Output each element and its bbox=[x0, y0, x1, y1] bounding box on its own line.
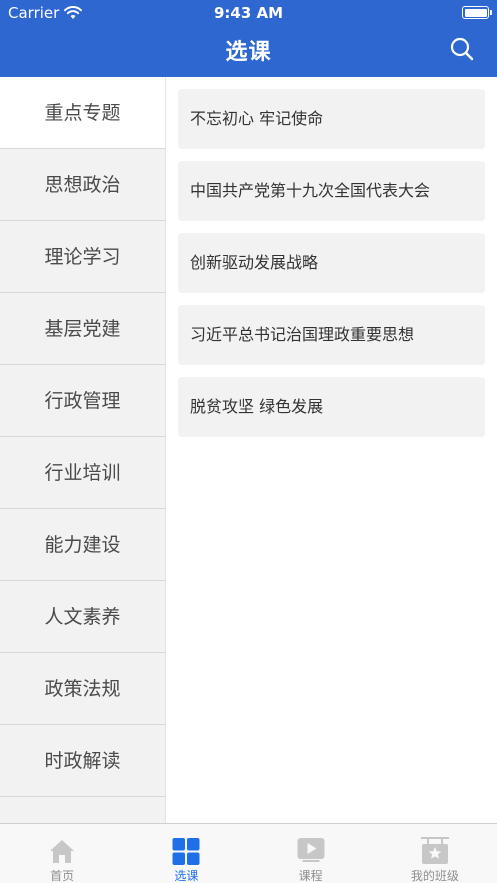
topic-item[interactable]: 创新驱动发展战略 bbox=[178, 233, 485, 293]
sidebar-item-policy-law[interactable]: 政策法规 bbox=[0, 653, 165, 725]
sidebar-item-industry-training[interactable]: 行业培训 bbox=[0, 437, 165, 509]
tab-bar: 首页 选课 课程 我的班级 bbox=[0, 823, 497, 883]
home-icon bbox=[50, 840, 75, 863]
tab-home[interactable]: 首页 bbox=[0, 824, 124, 883]
navigation-header: Carrier 9:43 AM 选课 bbox=[0, 0, 497, 77]
topic-item[interactable]: 中国共产党第十九次全国代表大会 bbox=[178, 161, 485, 221]
play-icon bbox=[297, 838, 325, 862]
sidebar-item-humanities[interactable]: 人文素养 bbox=[0, 581, 165, 653]
search-button[interactable] bbox=[449, 36, 475, 62]
battery-icon bbox=[462, 6, 492, 19]
sidebar-item-theory[interactable]: 理论学习 bbox=[0, 221, 165, 293]
status-bar: Carrier 9:43 AM bbox=[0, 0, 497, 26]
topic-item[interactable]: 习近平总书记治国理政重要思想 bbox=[178, 305, 485, 365]
class-icon bbox=[420, 837, 449, 864]
status-time: 9:43 AM bbox=[213, 4, 284, 22]
tab-course-select-label: 选课 bbox=[174, 869, 199, 883]
grid-icon bbox=[172, 838, 200, 865]
sidebar-item-capacity-building[interactable]: 能力建设 bbox=[0, 509, 165, 581]
tab-courses[interactable]: 课程 bbox=[249, 824, 373, 883]
tab-home-label: 首页 bbox=[50, 869, 75, 883]
tab-my-class[interactable]: 我的班级 bbox=[373, 824, 497, 883]
topic-item[interactable]: 不忘初心 牢记使命 bbox=[178, 89, 485, 149]
page-title: 选课 bbox=[225, 40, 272, 65]
sidebar-item-partial[interactable] bbox=[0, 797, 165, 823]
search-icon bbox=[450, 37, 474, 61]
tab-courses-label: 课程 bbox=[298, 869, 323, 883]
category-sidebar: 重点专题 思想政治 理论学习 基层党建 行政管理 行业培训 能力建设 人文素养 … bbox=[0, 77, 166, 823]
sidebar-item-key-topics[interactable]: 重点专题 bbox=[0, 77, 165, 149]
tab-my-class-label: 我的班级 bbox=[410, 869, 459, 883]
tab-course-select[interactable]: 选课 bbox=[124, 824, 248, 883]
topic-list: 不忘初心 牢记使命 中国共产党第十九次全国代表大会 创新驱动发展战略 习近平总书… bbox=[166, 77, 497, 823]
sidebar-item-party-building[interactable]: 基层党建 bbox=[0, 293, 165, 365]
sidebar-item-current-affairs[interactable]: 时政解读 bbox=[0, 725, 165, 797]
sidebar-item-administration[interactable]: 行政管理 bbox=[0, 365, 165, 437]
topic-item[interactable]: 脱贫攻坚 绿色发展 bbox=[178, 377, 485, 437]
sidebar-item-ideology[interactable]: 思想政治 bbox=[0, 149, 165, 221]
